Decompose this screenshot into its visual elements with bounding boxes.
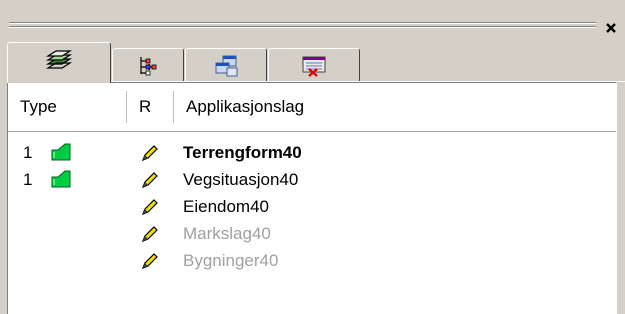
column-header-r-label: R (139, 97, 152, 116)
tab-strip (0, 40, 625, 83)
column-header-layer-label: Applikasjonslag (186, 97, 305, 116)
list-item[interactable]: 1 Terrengform40 (8, 140, 616, 167)
layer-name: Bygninger40 (183, 251, 279, 270)
windows-cascade-icon (215, 55, 238, 76)
screen-close-icon (302, 56, 326, 77)
list-item[interactable]: Eiendom40 (8, 194, 616, 221)
layer-name: Terrengform40 (183, 143, 302, 162)
layer-list: Type R Applikasjonslag 1 Terrengform40 1 (7, 82, 617, 314)
layer-panel: Type R Applikasjonslag 1 Terrengform40 1 (0, 0, 625, 314)
green-layer-icon (51, 143, 71, 161)
pencil-icon[interactable] (141, 144, 159, 162)
column-header-r[interactable]: R (127, 83, 173, 131)
pencil-icon[interactable] (141, 171, 159, 189)
list-item[interactable]: Markslag40 (8, 221, 616, 248)
tree-hierarchy-icon (140, 56, 157, 75)
column-header-type[interactable]: Type (8, 83, 126, 131)
tab-screen[interactable] (268, 48, 360, 82)
layer-name: Eiendom40 (183, 197, 270, 216)
tab-tree[interactable] (112, 48, 184, 82)
close-icon[interactable] (601, 18, 621, 38)
layer-name: Markslag40 (183, 224, 271, 243)
column-header-layer[interactable]: Applikasjonslag (174, 83, 618, 131)
green-layer-icon (51, 170, 71, 188)
tab-windows[interactable] (185, 48, 267, 82)
panel-grip[interactable] (9, 22, 596, 34)
tab-layers[interactable] (7, 42, 111, 83)
pencil-icon[interactable] (141, 198, 159, 216)
layer-name: Vegsituasjon40 (183, 170, 299, 189)
layers-icon (45, 50, 73, 69)
pencil-icon[interactable] (141, 252, 159, 270)
pencil-icon[interactable] (141, 225, 159, 243)
layer-type-number: 1 (23, 170, 33, 189)
list-item[interactable]: 1 Vegsituasjon40 (8, 167, 616, 194)
list-item[interactable]: Bygninger40 (8, 248, 616, 275)
list-header: Type R Applikasjonslag (8, 83, 616, 132)
column-header-type-label: Type (20, 97, 57, 116)
layer-type-number: 1 (23, 143, 33, 162)
